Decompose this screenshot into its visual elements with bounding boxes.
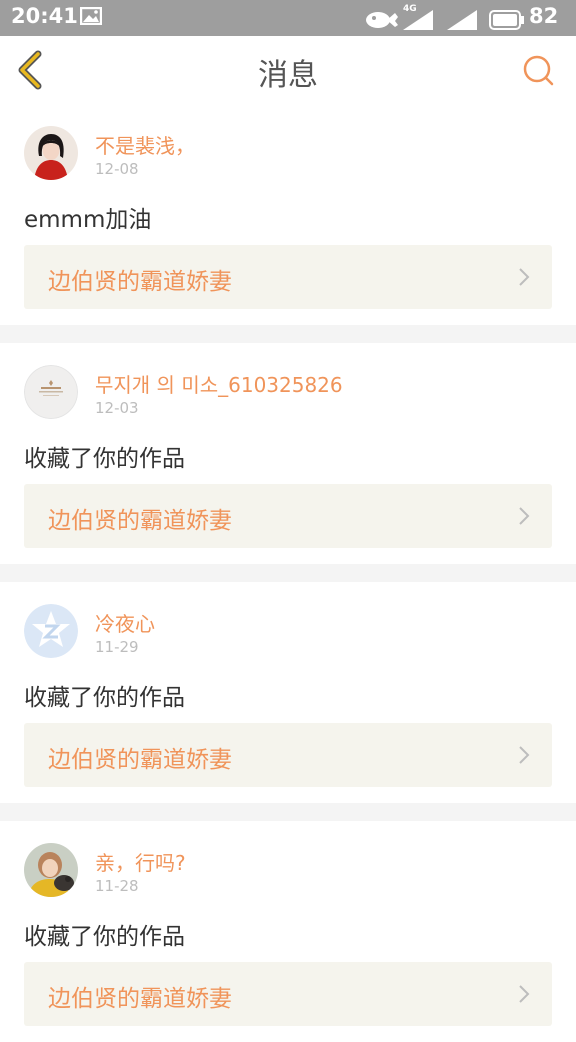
message-text: 收藏了你的作品	[24, 924, 185, 950]
work-title: 边伯贤的霸道娇妻	[48, 269, 232, 295]
work-link[interactable]: 边伯贤的霸道娇妻	[24, 484, 552, 548]
user-name[interactable]: 亲，行吗?	[95, 847, 186, 876]
message-date: 12-08	[95, 160, 139, 178]
message-date: 12-03	[95, 399, 139, 417]
work-link[interactable]: 边伯贤的霸道娇妻	[24, 723, 552, 787]
list-item: 亲，行吗? 11-28 收藏了你的作品 边伯贤的霸道娇妻	[0, 821, 576, 1042]
user-name[interactable]: 不是裴浅，	[95, 130, 195, 159]
work-title: 边伯贤的霸道娇妻	[48, 508, 232, 534]
message-text: 收藏了你的作品	[24, 446, 185, 472]
nav-bar: 消息	[0, 36, 576, 105]
user-name[interactable]: 冷夜心	[95, 608, 155, 637]
battery-icon	[489, 10, 525, 34]
signal-icon	[403, 10, 433, 34]
search-button[interactable]	[522, 54, 554, 86]
page-title: 消息	[258, 58, 318, 93]
user-name[interactable]: 무지개 의 미소_610325826	[95, 369, 343, 398]
cloud-icon	[365, 8, 399, 34]
chevron-right-icon	[519, 746, 530, 764]
status-right: 4G 82	[365, 4, 565, 32]
signal-icon	[447, 10, 477, 34]
separator	[0, 564, 576, 582]
avatar[interactable]	[24, 604, 78, 658]
avatar[interactable]	[24, 365, 78, 419]
list-item: 不是裴浅， 12-08 emmm加油 边伯贤的霸道娇妻	[0, 104, 576, 325]
battery-level: 82	[529, 4, 559, 28]
separator	[0, 803, 576, 821]
avatar[interactable]	[24, 126, 78, 180]
work-link[interactable]: 边伯贤的霸道娇妻	[24, 962, 552, 1026]
work-title: 边伯贤的霸道娇妻	[48, 986, 232, 1012]
message-text: 收藏了你的作品	[24, 685, 185, 711]
search-icon	[523, 55, 554, 86]
image-notification-icon	[79, 6, 103, 29]
message-date: 11-28	[95, 877, 139, 895]
work-title: 边伯贤的霸道娇妻	[48, 747, 232, 773]
list-item: 冷夜心 11-29 收藏了你的作品 边伯贤的霸道娇妻	[0, 582, 576, 803]
message-text: emmm加油	[24, 207, 152, 233]
chevron-right-icon	[519, 985, 530, 1003]
chevron-right-icon	[519, 268, 530, 286]
status-bar: 20:41 4G 82	[0, 0, 576, 36]
separator	[0, 325, 576, 343]
work-link[interactable]: 边伯贤的霸道娇妻	[24, 245, 552, 309]
avatar[interactable]	[24, 843, 78, 897]
chevron-right-icon	[519, 507, 530, 525]
message-list: 不是裴浅， 12-08 emmm加油 边伯贤的霸道娇妻 무지개 의 미소_610…	[0, 104, 576, 1042]
status-time: 20:41	[11, 4, 78, 28]
message-date: 11-29	[95, 638, 139, 656]
list-item: 무지개 의 미소_610325826 12-03 收藏了你的作品 边伯贤的霸道娇…	[0, 343, 576, 564]
